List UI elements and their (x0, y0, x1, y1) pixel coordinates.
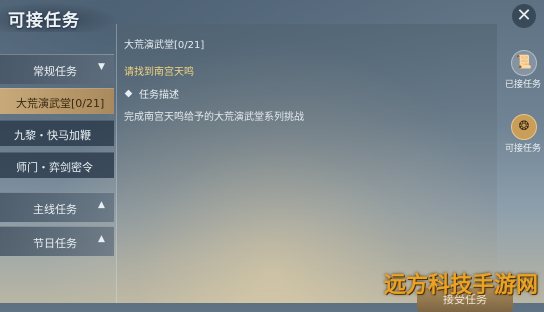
tab-label: 可接任务 (505, 144, 542, 154)
site-watermark: 远方科技手游网 (383, 273, 538, 298)
chevron-up-icon: ▲ (98, 234, 105, 244)
diamond-bullet-icon (124, 89, 133, 98)
description-header: 任务描述 (124, 86, 179, 101)
quest-item-label: 九黎・快马加鞭 (14, 129, 91, 142)
scroll-icon: 📜 (511, 50, 537, 76)
quest-title: 大荒演武堂[0/21] (124, 40, 205, 51)
category-label: 节日任务 (33, 237, 77, 250)
category-regular-quests[interactable]: 常规任务 ▼ (0, 54, 114, 84)
category-label: 主线任务 (33, 203, 77, 216)
category-label: 常规任务 (33, 65, 77, 78)
quest-item-jiuli-horse[interactable]: 九黎・快马加鞭 (0, 120, 114, 146)
quest-objective: 请找到南宫天鸣 (124, 67, 194, 78)
description-text: 完成南宫天鸣给予的大荒演武堂系列挑战 (124, 112, 304, 123)
quest-seal-icon: ❂ (511, 114, 537, 140)
right-tab-bar: 📜 已接任务 ❂ 可接任务 (502, 30, 544, 170)
quest-item-label: 师门・弈剑密令 (16, 161, 93, 174)
chevron-down-icon: ▼ (98, 62, 105, 72)
close-button[interactable]: ✕ (512, 4, 536, 28)
quest-item-martial-hall[interactable]: 大荒演武堂[0/21] (0, 88, 114, 114)
tab-label: 已接任务 (505, 80, 542, 90)
tab-available-quests[interactable]: ❂ 可接任务 (505, 114, 541, 170)
chevron-up-icon: ▲ (98, 200, 105, 210)
quest-item-sect-order[interactable]: 师门・弈剑密令 (0, 152, 114, 178)
category-festival-quests[interactable]: 节日任务 ▲ (0, 226, 114, 256)
window-title-area: 可接任务 (0, 0, 120, 38)
close-icon: ✕ (516, 5, 532, 26)
quest-item-label: 大荒演武堂[0/21] (16, 97, 105, 110)
description-header-label: 任务描述 (139, 90, 179, 101)
category-main-quests[interactable]: 主线任务 ▲ (0, 192, 114, 222)
window-title: 可接任务 (8, 11, 80, 31)
tab-accepted-quests[interactable]: 📜 已接任务 (505, 50, 541, 106)
quest-detail-panel: 大荒演武堂[0/21] 请找到南宫天鸣 任务描述 完成南宫天鸣给予的大荒演武堂系… (116, 24, 513, 312)
quest-sidebar: 常规任务 ▼ 大荒演武堂[0/21] 九黎・快马加鞭 师门・弈剑密令 主线任务 … (0, 50, 114, 260)
